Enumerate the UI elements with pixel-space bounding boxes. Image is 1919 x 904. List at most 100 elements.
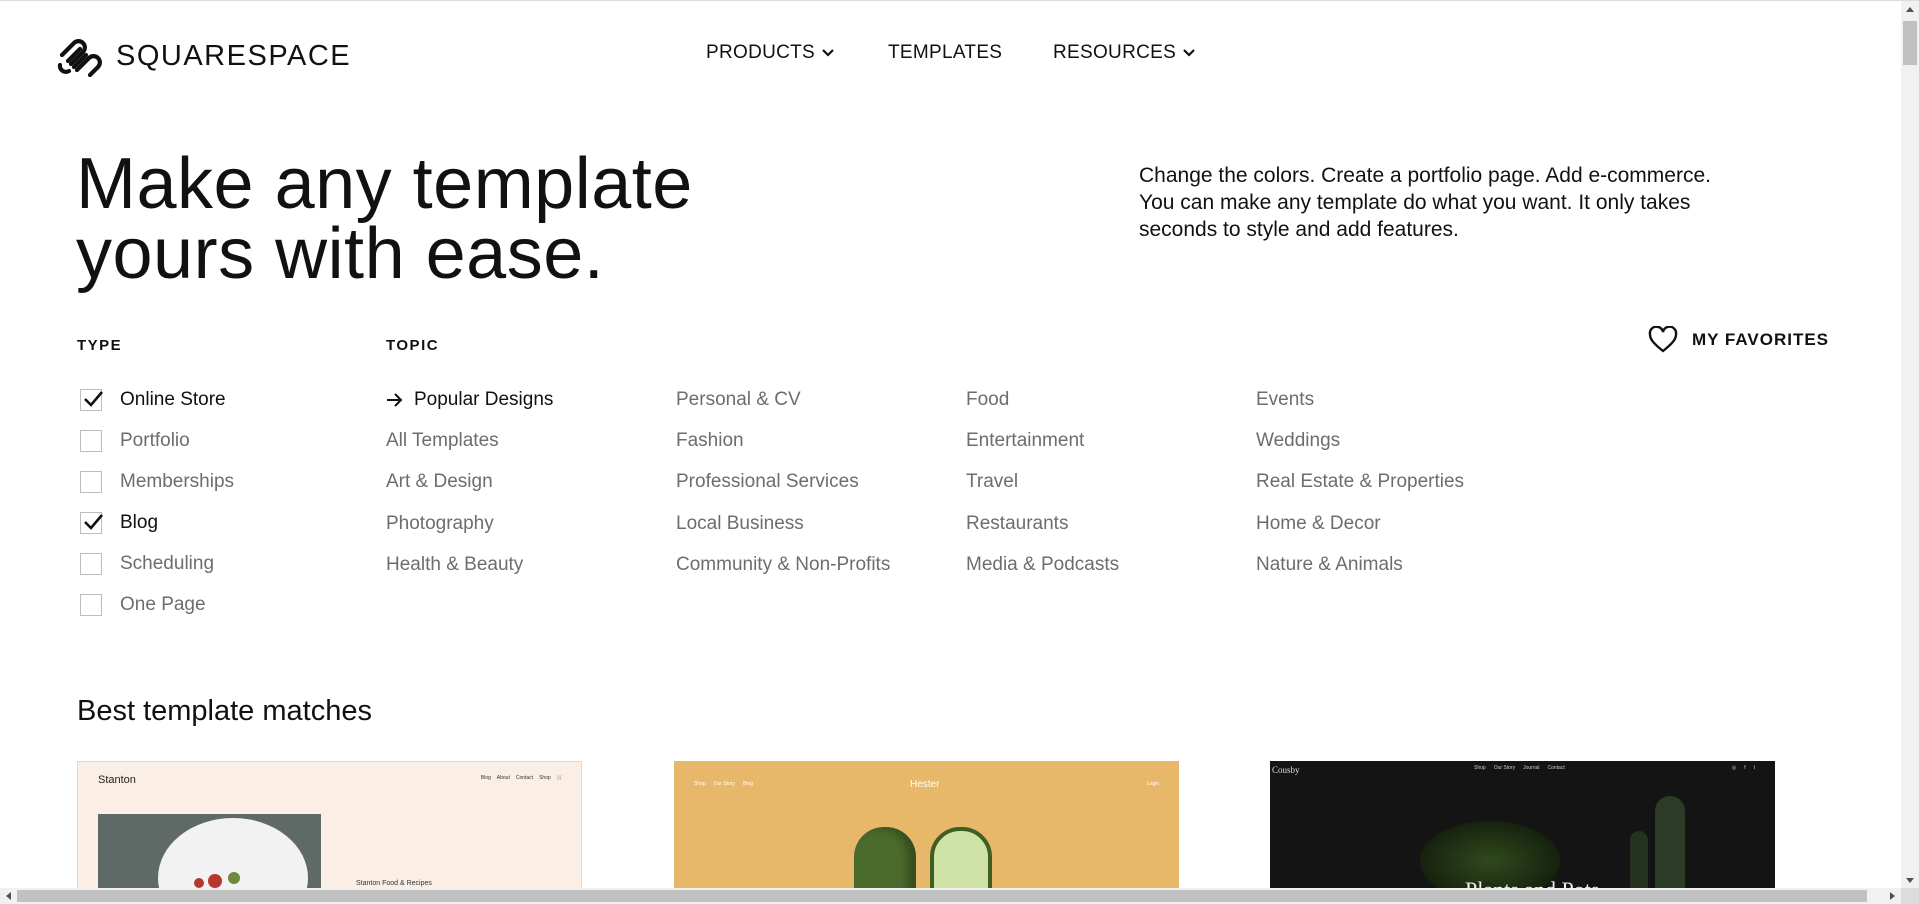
checkbox[interactable]	[80, 552, 102, 575]
card-nav: Shop Our Story Journal Contact	[1474, 765, 1565, 771]
cactus-shape	[1630, 831, 1648, 891]
type-label: Scheduling	[120, 552, 215, 574]
topic-health-beauty[interactable]: Health & Beauty	[386, 544, 553, 585]
topic-travel[interactable]: Travel	[966, 462, 1119, 503]
topic-column-4: Events Weddings Real Estate & Properties…	[1256, 379, 1464, 585]
type-online-store[interactable]: Online Store	[80, 379, 234, 420]
nav-templates-label: TEMPLATES	[888, 42, 1003, 63]
checkbox-checked[interactable]	[80, 511, 103, 534]
scroll-up-icon[interactable]	[1905, 5, 1915, 13]
card-nav-item: Our Story	[713, 781, 736, 787]
topic-popular-designs[interactable]: Popular Designs	[386, 379, 553, 420]
card-nav-item: Our Story	[1493, 765, 1516, 771]
topic-media-podcasts[interactable]: Media & Podcasts	[966, 544, 1119, 585]
type-filter-list: Online Store Portfolio Memberships Blog …	[80, 379, 234, 625]
hero-description-line-1: Change the colors. Create a portfolio pa…	[1139, 164, 1711, 187]
my-favorites-label: MY FAVORITES	[1692, 330, 1830, 349]
scroll-down-icon[interactable]	[1905, 877, 1915, 885]
tomato-shape	[208, 874, 222, 888]
squarespace-logo-icon	[57, 39, 102, 77]
checkbox[interactable]	[80, 593, 102, 616]
topic-local-business[interactable]: Local Business	[676, 503, 890, 544]
topic-column-3: Food Entertainment Travel Restaurants Me…	[966, 379, 1119, 585]
card-nav-item: Shop	[1474, 765, 1486, 771]
topic-all-templates[interactable]: All Templates	[386, 420, 553, 461]
cucumber-shape	[854, 827, 916, 891]
cactus-shape	[1655, 796, 1685, 891]
topic-professional-services[interactable]: Professional Services	[676, 462, 890, 503]
scroll-left-icon[interactable]	[4, 891, 12, 901]
nav-products[interactable]: PRODUCTS	[706, 42, 835, 64]
template-card-hester[interactable]: Shop Our Story Blog Hester Login	[674, 761, 1179, 891]
my-favorites-button[interactable]: MY FAVORITES	[1648, 326, 1829, 354]
squarespace-logo[interactable]: SQUARESPACE	[54, 35, 351, 77]
card-nav-item: Journal	[1523, 765, 1540, 771]
horizontal-scroll-thumb[interactable]	[17, 890, 1867, 902]
card-nav-item: Blog	[743, 781, 754, 787]
topic-real-estate-properties[interactable]: Real Estate & Properties	[1256, 462, 1464, 503]
hero-title-line-2: yours with ease.	[76, 214, 605, 294]
facebook-icon: f	[1744, 765, 1746, 771]
template-card-cousby[interactable]: Cousby Shop Our Story Journal Contact ◎ …	[1270, 761, 1775, 891]
hero-description-line-2: You can make any template do what you wa…	[1139, 191, 1691, 214]
topic-photography[interactable]: Photography	[386, 503, 553, 544]
card-caption: Stanton Food & Recipes	[356, 880, 432, 887]
checkbox-checked[interactable]	[80, 388, 103, 411]
logo-wordmark: SQUARESPACE	[116, 39, 352, 72]
card-nav-item: Shop	[694, 781, 706, 787]
type-one-page[interactable]: One Page	[80, 584, 234, 625]
best-matches-title: Best template matches	[77, 695, 372, 727]
card-preview-image	[98, 814, 321, 890]
twitter-icon: t	[1753, 765, 1755, 771]
nav-resources-label: RESOURCES	[1053, 42, 1177, 63]
instagram-icon: ◎	[1731, 765, 1737, 771]
chevron-down-icon	[1183, 49, 1195, 57]
topic-community-non-profits[interactable]: Community & Non-Profits	[676, 544, 890, 585]
topic-weddings[interactable]: Weddings	[1256, 420, 1464, 461]
checkbox[interactable]	[80, 470, 102, 493]
topic-food[interactable]: Food	[966, 379, 1119, 420]
topic-nature-animals[interactable]: Nature & Animals	[1256, 544, 1464, 585]
type-scheduling[interactable]: Scheduling	[80, 543, 234, 584]
topic-label: Popular Designs	[414, 388, 554, 410]
hero-description-line-3: seconds to style and add features.	[1139, 218, 1459, 241]
vertical-scrollbar[interactable]	[1901, 1, 1919, 889]
topic-personal-cv[interactable]: Personal & CV	[676, 379, 890, 420]
checkmark-icon	[84, 390, 103, 407]
card-nav-item: Shop	[539, 775, 551, 781]
scroll-right-icon[interactable]	[1889, 891, 1897, 901]
topic-events[interactable]: Events	[1256, 379, 1464, 420]
card-template-name: Cousby	[1272, 765, 1300, 775]
type-blog[interactable]: Blog	[80, 502, 234, 543]
card-nav-item: About	[496, 775, 510, 781]
type-memberships[interactable]: Memberships	[80, 461, 234, 502]
nav-templates[interactable]: TEMPLATES	[888, 42, 1002, 64]
vertical-scroll-thumb[interactable]	[1903, 21, 1917, 65]
nav-products-label: PRODUCTS	[706, 42, 816, 63]
type-label: Portfolio	[120, 429, 190, 451]
card-nav-item: Contact	[1547, 765, 1565, 771]
card-nav-item: Contact	[515, 775, 534, 781]
type-label: Blog	[120, 511, 159, 533]
page: SQUARESPACE PRODUCTS TEMPLATES RESOURCES…	[0, 0, 1919, 904]
type-heading: TYPE	[77, 337, 123, 354]
topic-heading: TOPIC	[386, 337, 440, 354]
herb-shape	[228, 872, 240, 884]
card-template-name: Hester	[910, 779, 940, 790]
hero-title-line-1: Make any template	[76, 144, 693, 224]
topic-art-design[interactable]: Art & Design	[386, 462, 553, 503]
topic-restaurants[interactable]: Restaurants	[966, 503, 1119, 544]
checkbox[interactable]	[80, 429, 102, 452]
topic-home-decor[interactable]: Home & Decor	[1256, 503, 1464, 544]
type-label: One Page	[120, 593, 206, 615]
type-label: Online Store	[120, 388, 226, 410]
card-nav-right: Login	[1146, 781, 1159, 787]
chevron-down-icon	[822, 49, 834, 57]
topic-fashion[interactable]: Fashion	[676, 420, 890, 461]
template-card-stanton[interactable]: Stanton Blog About Contact Shop 🛒 Stanto…	[77, 761, 582, 891]
horizontal-scrollbar[interactable]	[0, 888, 1901, 904]
type-portfolio[interactable]: Portfolio	[80, 420, 234, 461]
topic-entertainment[interactable]: Entertainment	[966, 420, 1119, 461]
card-template-name: Stanton	[98, 774, 136, 786]
nav-resources[interactable]: RESOURCES	[1053, 42, 1196, 64]
